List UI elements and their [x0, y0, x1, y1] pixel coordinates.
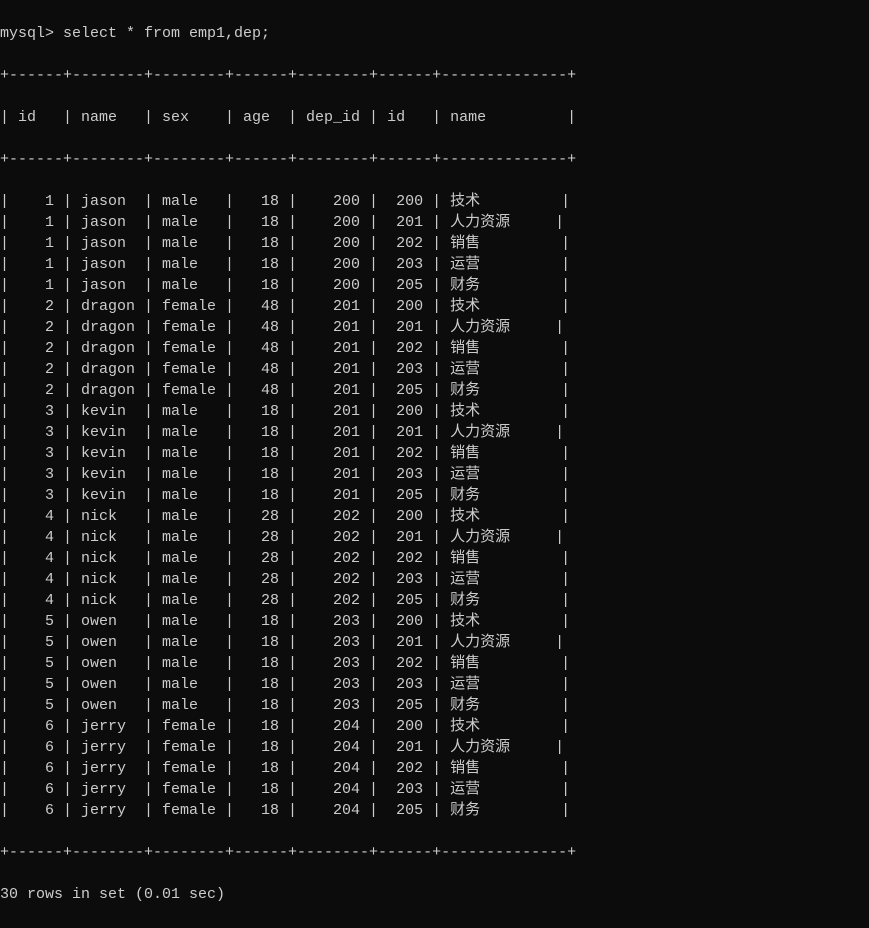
table-row: | 2 | dragon | female | 48 | 201 | 200 |…: [0, 296, 869, 317]
table-row: | 6 | jerry | female | 18 | 204 | 202 | …: [0, 758, 869, 779]
table-row: | 1 | jason | male | 18 | 200 | 201 | 人力…: [0, 212, 869, 233]
table-row: | 4 | nick | male | 28 | 202 | 202 | 销售 …: [0, 548, 869, 569]
table-row: | 2 | dragon | female | 48 | 201 | 201 |…: [0, 317, 869, 338]
table-row: | 2 | dragon | female | 48 | 201 | 205 |…: [0, 380, 869, 401]
table-row: | 5 | owen | male | 18 | 203 | 200 | 技术 …: [0, 611, 869, 632]
table-row: | 6 | jerry | female | 18 | 204 | 200 | …: [0, 716, 869, 737]
table-border-top: +------+--------+--------+------+-------…: [0, 65, 869, 86]
table-border-mid: +------+--------+--------+------+-------…: [0, 149, 869, 170]
table-row: | 4 | nick | male | 28 | 202 | 203 | 运营 …: [0, 569, 869, 590]
table-row: | 2 | dragon | female | 48 | 201 | 202 |…: [0, 338, 869, 359]
table-row: | 5 | owen | male | 18 | 203 | 201 | 人力资…: [0, 632, 869, 653]
result-footer: 30 rows in set (0.01 sec): [0, 884, 869, 905]
table-row: | 6 | jerry | female | 18 | 204 | 205 | …: [0, 800, 869, 821]
table-row: | 6 | jerry | female | 18 | 204 | 203 | …: [0, 779, 869, 800]
table-row: | 1 | jason | male | 18 | 200 | 200 | 技术…: [0, 191, 869, 212]
table-row: | 1 | jason | male | 18 | 200 | 203 | 运营…: [0, 254, 869, 275]
table-row: | 4 | nick | male | 28 | 202 | 205 | 财务 …: [0, 590, 869, 611]
table-row: | 1 | jason | male | 18 | 200 | 205 | 财务…: [0, 275, 869, 296]
table-row: | 1 | jason | male | 18 | 200 | 202 | 销售…: [0, 233, 869, 254]
table-row: | 3 | kevin | male | 18 | 201 | 205 | 财务…: [0, 485, 869, 506]
table-row: | 5 | owen | male | 18 | 203 | 202 | 销售 …: [0, 653, 869, 674]
table-row: | 2 | dragon | female | 48 | 201 | 203 |…: [0, 359, 869, 380]
table-row: | 5 | owen | male | 18 | 203 | 203 | 运营 …: [0, 674, 869, 695]
table-border-bottom: +------+--------+--------+------+-------…: [0, 842, 869, 863]
table-row: | 3 | kevin | male | 18 | 201 | 202 | 销售…: [0, 443, 869, 464]
table-row: | 3 | kevin | male | 18 | 201 | 203 | 运营…: [0, 464, 869, 485]
table-header-row: | id | name | sex | age | dep_id | id | …: [0, 107, 869, 128]
sql-prompt: mysql> select * from emp1,dep;: [0, 23, 869, 44]
table-body: | 1 | jason | male | 18 | 200 | 200 | 技术…: [0, 191, 869, 821]
table-row: | 4 | nick | male | 28 | 202 | 201 | 人力资…: [0, 527, 869, 548]
table-row: | 5 | owen | male | 18 | 203 | 205 | 财务 …: [0, 695, 869, 716]
terminal-output: mysql> select * from emp1,dep; +------+-…: [0, 2, 869, 926]
table-row: | 3 | kevin | male | 18 | 201 | 201 | 人力…: [0, 422, 869, 443]
table-row: | 3 | kevin | male | 18 | 201 | 200 | 技术…: [0, 401, 869, 422]
table-row: | 4 | nick | male | 28 | 202 | 200 | 技术 …: [0, 506, 869, 527]
table-row: | 6 | jerry | female | 18 | 204 | 201 | …: [0, 737, 869, 758]
